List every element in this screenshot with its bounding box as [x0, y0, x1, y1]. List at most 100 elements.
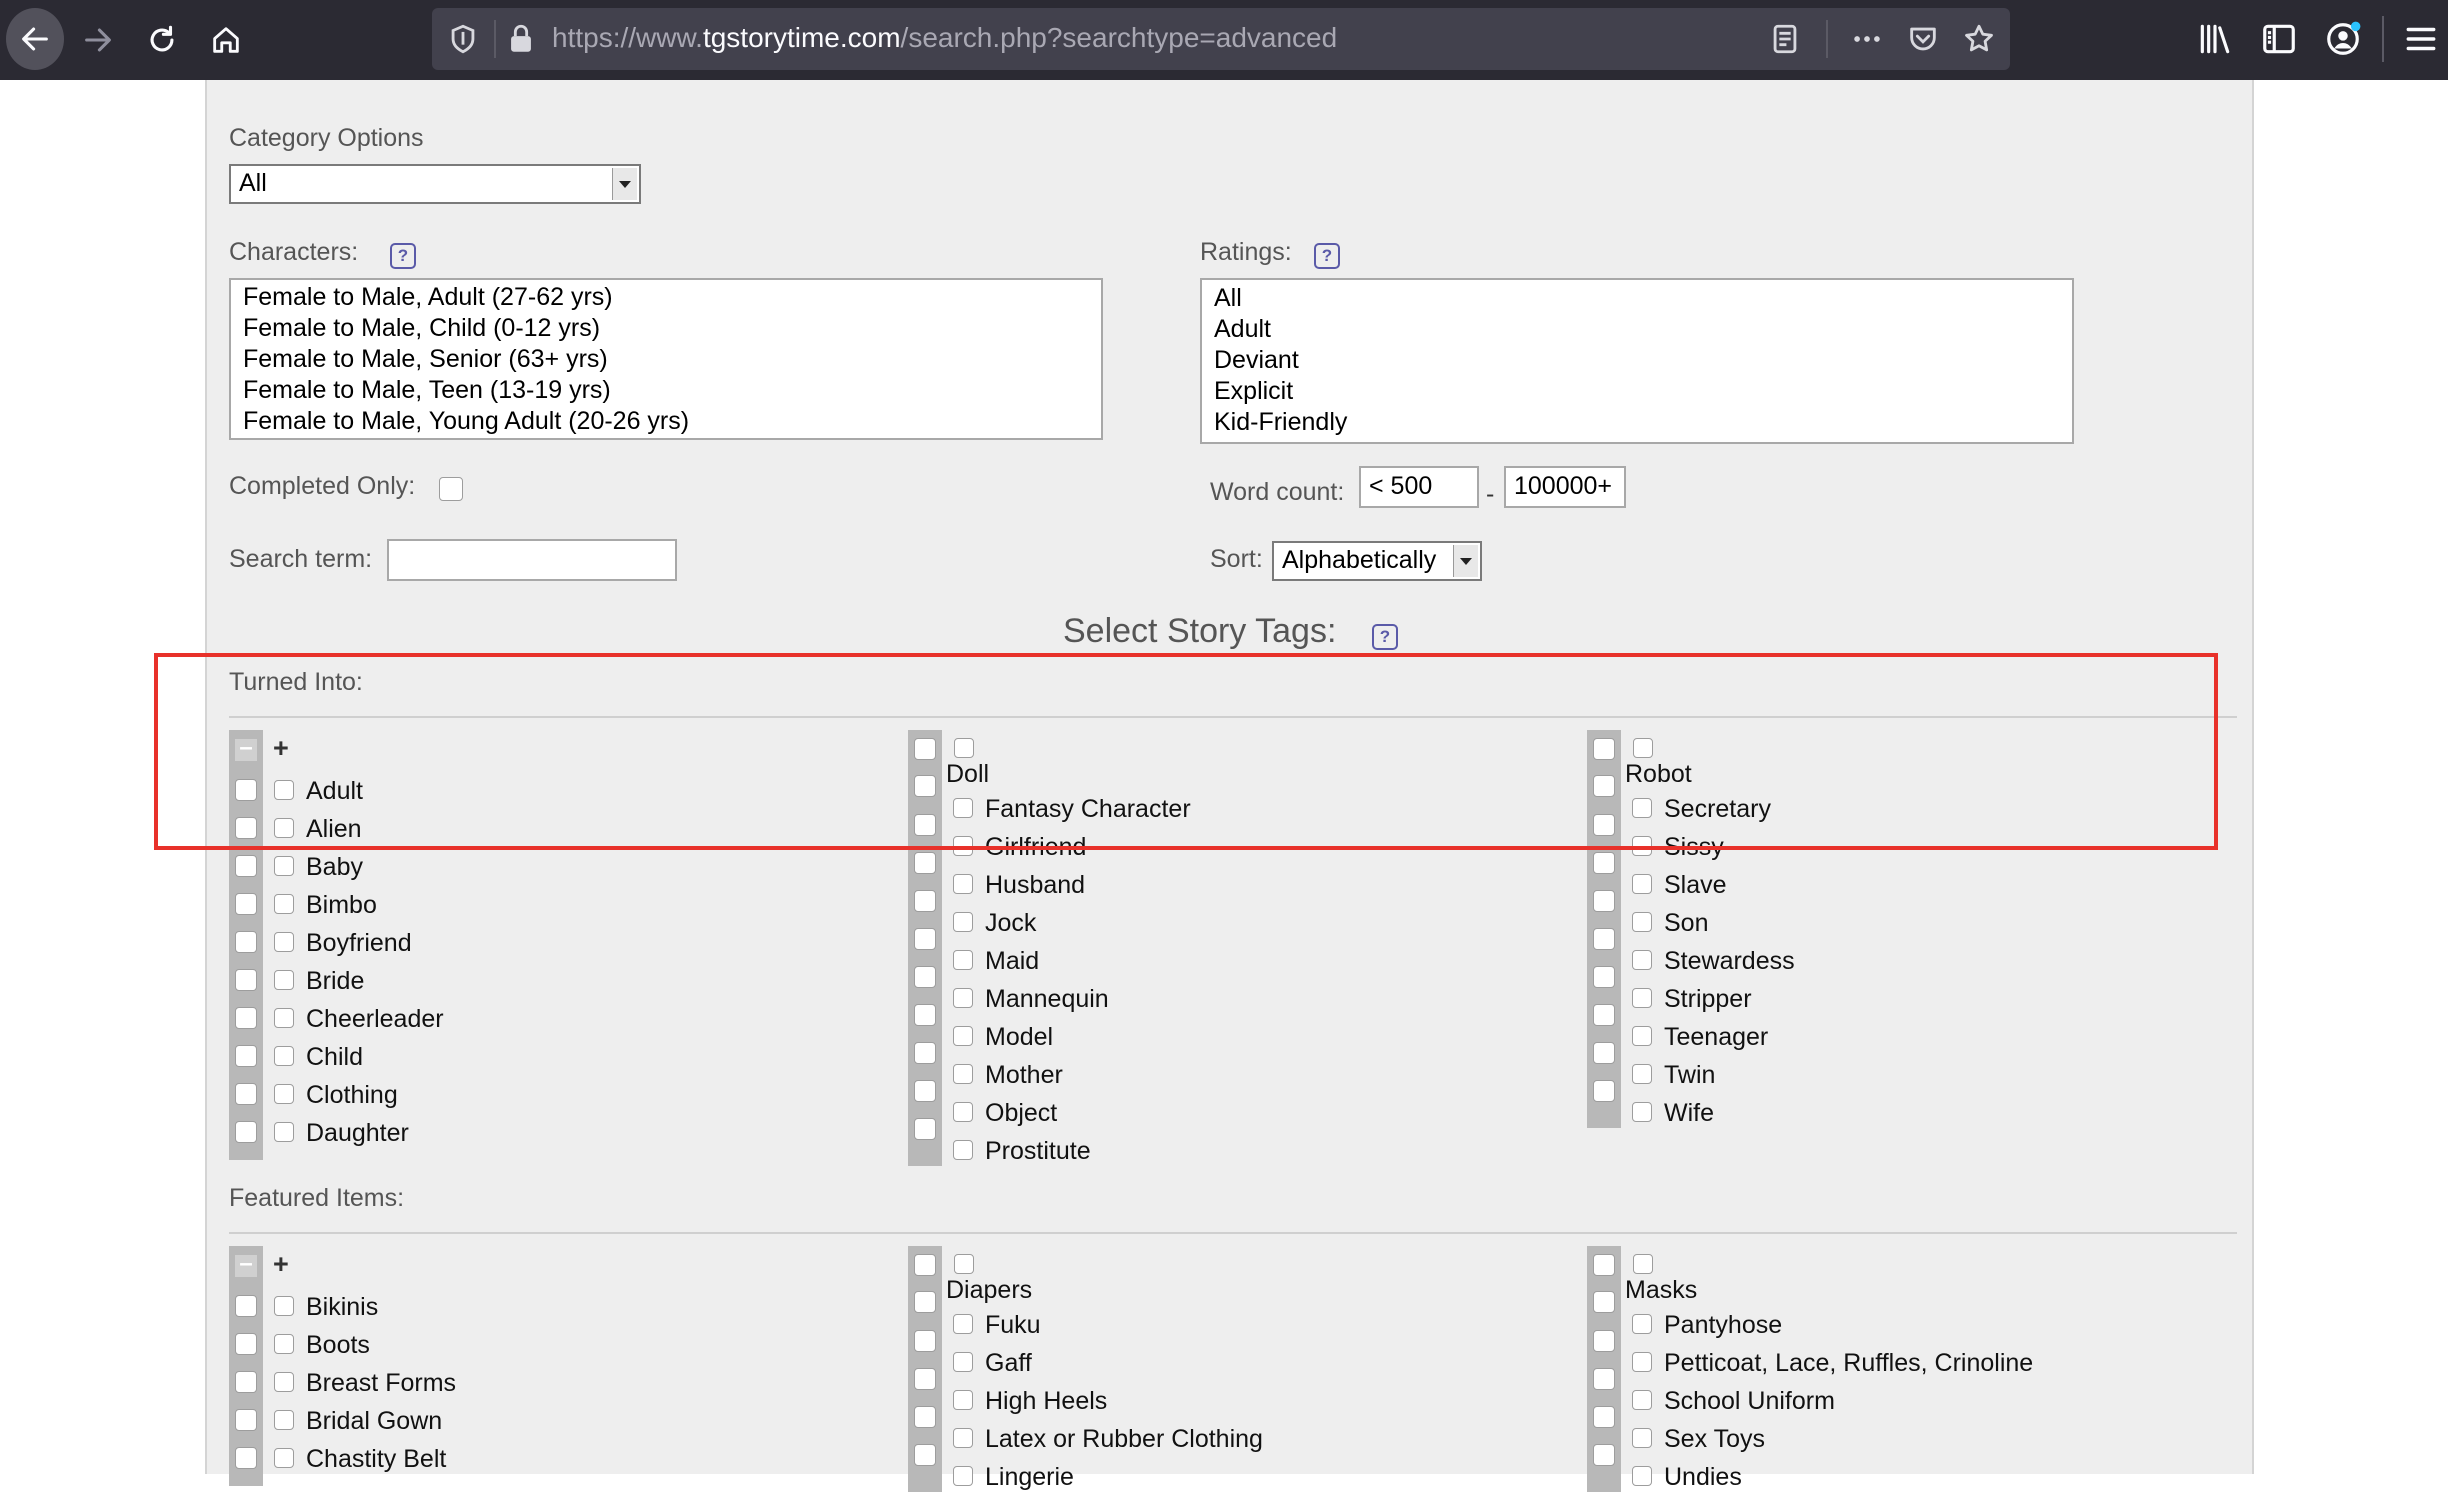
include-checkbox[interactable]	[274, 1008, 294, 1028]
ratings-help-icon[interactable]: ?	[1314, 243, 1340, 269]
include-checkbox[interactable]	[953, 1026, 973, 1046]
exclude-checkbox[interactable]	[1593, 1291, 1615, 1313]
exclude-checkbox[interactable]	[914, 775, 936, 797]
exclude-checkbox[interactable]	[1593, 852, 1615, 874]
include-checkbox[interactable]	[1632, 1466, 1652, 1486]
characters-option[interactable]: Female to Male, Child (0-12 yrs)	[231, 313, 1101, 344]
characters-option[interactable]: Female to Male, Young Adult (20-26 yrs)	[231, 406, 1101, 437]
include-checkbox[interactable]	[274, 1296, 294, 1316]
exclude-checkbox[interactable]	[235, 1295, 257, 1317]
characters-listbox[interactable]: Female to Male, Adult (27-62 yrs) Female …	[229, 278, 1103, 440]
exclude-checkbox[interactable]	[1593, 775, 1615, 797]
include-checkbox[interactable]	[274, 780, 294, 800]
exclude-checkbox[interactable]	[914, 928, 936, 950]
exclude-checkbox[interactable]	[235, 1409, 257, 1431]
exclude-checkbox[interactable]	[1593, 1004, 1615, 1026]
url-bar[interactable]: https://www.tgstorytime.com/search.php?s…	[432, 8, 2010, 70]
exclude-checkbox[interactable]	[1593, 1406, 1615, 1428]
url-text[interactable]: https://www.tgstorytime.com/search.php?s…	[552, 22, 1337, 54]
include-checkbox[interactable]	[1632, 1352, 1652, 1372]
story-tags-help-icon[interactable]: ?	[1372, 624, 1398, 650]
include-checkbox[interactable]	[1632, 1102, 1652, 1122]
ratings-option[interactable]: Deviant	[1202, 345, 2072, 376]
include-checkbox[interactable]	[1633, 738, 1653, 758]
home-button[interactable]	[198, 12, 254, 68]
include-checkbox[interactable]	[1632, 1026, 1652, 1046]
exclude-checkbox[interactable]	[1593, 890, 1615, 912]
exclude-checkbox[interactable]	[914, 890, 936, 912]
sidebar-icon[interactable]	[2260, 20, 2298, 58]
reload-button[interactable]	[134, 12, 190, 68]
exclude-checkbox[interactable]	[914, 1444, 936, 1466]
include-checkbox[interactable]	[1632, 1428, 1652, 1448]
include-checkbox[interactable]	[274, 1448, 294, 1468]
library-icon[interactable]	[2196, 20, 2234, 58]
include-checkbox[interactable]	[274, 1372, 294, 1392]
expand-button[interactable]: +	[273, 733, 289, 764]
exclude-checkbox[interactable]	[235, 969, 257, 991]
exclude-checkbox[interactable]	[1593, 928, 1615, 950]
exclude-checkbox[interactable]	[1593, 1042, 1615, 1064]
exclude-checkbox[interactable]	[914, 852, 936, 874]
exclude-checkbox[interactable]	[914, 1004, 936, 1026]
include-checkbox[interactable]	[953, 1466, 973, 1486]
ratings-option[interactable]: All	[1202, 283, 2072, 314]
exclude-checkbox[interactable]	[914, 1118, 936, 1140]
exclude-checkbox[interactable]	[235, 1333, 257, 1355]
exclude-checkbox[interactable]	[1593, 966, 1615, 988]
include-checkbox[interactable]	[1632, 1314, 1652, 1334]
exclude-checkbox[interactable]	[914, 1368, 936, 1390]
forward-button[interactable]	[70, 12, 126, 68]
exclude-checkbox[interactable]	[914, 1330, 936, 1352]
include-checkbox[interactable]	[1633, 1254, 1653, 1274]
star-icon[interactable]	[1962, 22, 1996, 56]
include-checkbox[interactable]	[1632, 950, 1652, 970]
include-checkbox[interactable]	[1632, 874, 1652, 894]
include-checkbox[interactable]	[953, 1140, 973, 1160]
include-checkbox[interactable]	[953, 1428, 973, 1448]
exclude-checkbox[interactable]	[914, 1080, 936, 1102]
include-checkbox[interactable]	[274, 1046, 294, 1066]
exclude-checkbox[interactable]	[235, 1007, 257, 1029]
include-checkbox[interactable]	[1632, 798, 1652, 818]
include-checkbox[interactable]	[274, 1334, 294, 1354]
exclude-checkbox[interactable]	[235, 931, 257, 953]
shield-icon[interactable]	[446, 22, 480, 56]
ratings-listbox[interactable]: All Adult Deviant Explicit Kid-Friendly	[1200, 278, 2074, 444]
category-select[interactable]: All	[229, 164, 641, 204]
include-checkbox[interactable]	[953, 1314, 973, 1334]
ratings-option[interactable]: Adult	[1202, 314, 2072, 345]
exclude-checkbox[interactable]	[1593, 1444, 1615, 1466]
back-button[interactable]	[6, 8, 64, 70]
include-checkbox[interactable]	[953, 798, 973, 818]
exclude-checkbox[interactable]	[1593, 1368, 1615, 1390]
include-checkbox[interactable]	[1632, 912, 1652, 932]
include-checkbox[interactable]	[274, 932, 294, 952]
characters-option[interactable]: Female to Male, Adult (27-62 yrs)	[231, 282, 1101, 313]
include-checkbox[interactable]	[274, 1122, 294, 1142]
exclude-checkbox[interactable]	[1593, 1080, 1615, 1102]
exclude-checkbox[interactable]	[235, 893, 257, 915]
exclude-checkbox[interactable]	[914, 1291, 936, 1313]
more-icon[interactable]	[1850, 22, 1884, 56]
exclude-checkbox[interactable]	[235, 855, 257, 877]
exclude-checkbox[interactable]	[235, 1121, 257, 1143]
characters-help-icon[interactable]: ?	[390, 243, 416, 269]
pocket-icon[interactable]	[1906, 22, 1940, 56]
expand-button[interactable]: +	[273, 1249, 289, 1280]
include-checkbox[interactable]	[274, 1410, 294, 1430]
exclude-checkbox[interactable]	[914, 966, 936, 988]
ratings-option[interactable]: Explicit	[1202, 376, 2072, 407]
include-checkbox[interactable]	[953, 950, 973, 970]
include-checkbox[interactable]	[1632, 1064, 1652, 1084]
include-checkbox[interactable]	[953, 874, 973, 894]
exclude-checkbox[interactable]	[235, 1447, 257, 1469]
completed-checkbox[interactable]	[439, 477, 463, 501]
include-checkbox[interactable]	[953, 836, 973, 856]
exclude-checkbox[interactable]	[914, 1254, 936, 1276]
exclude-checkbox[interactable]	[1593, 738, 1615, 760]
include-checkbox[interactable]	[953, 1102, 973, 1122]
include-checkbox[interactable]	[953, 1352, 973, 1372]
exclude-checkbox[interactable]	[914, 1042, 936, 1064]
exclude-checkbox[interactable]	[235, 1045, 257, 1067]
